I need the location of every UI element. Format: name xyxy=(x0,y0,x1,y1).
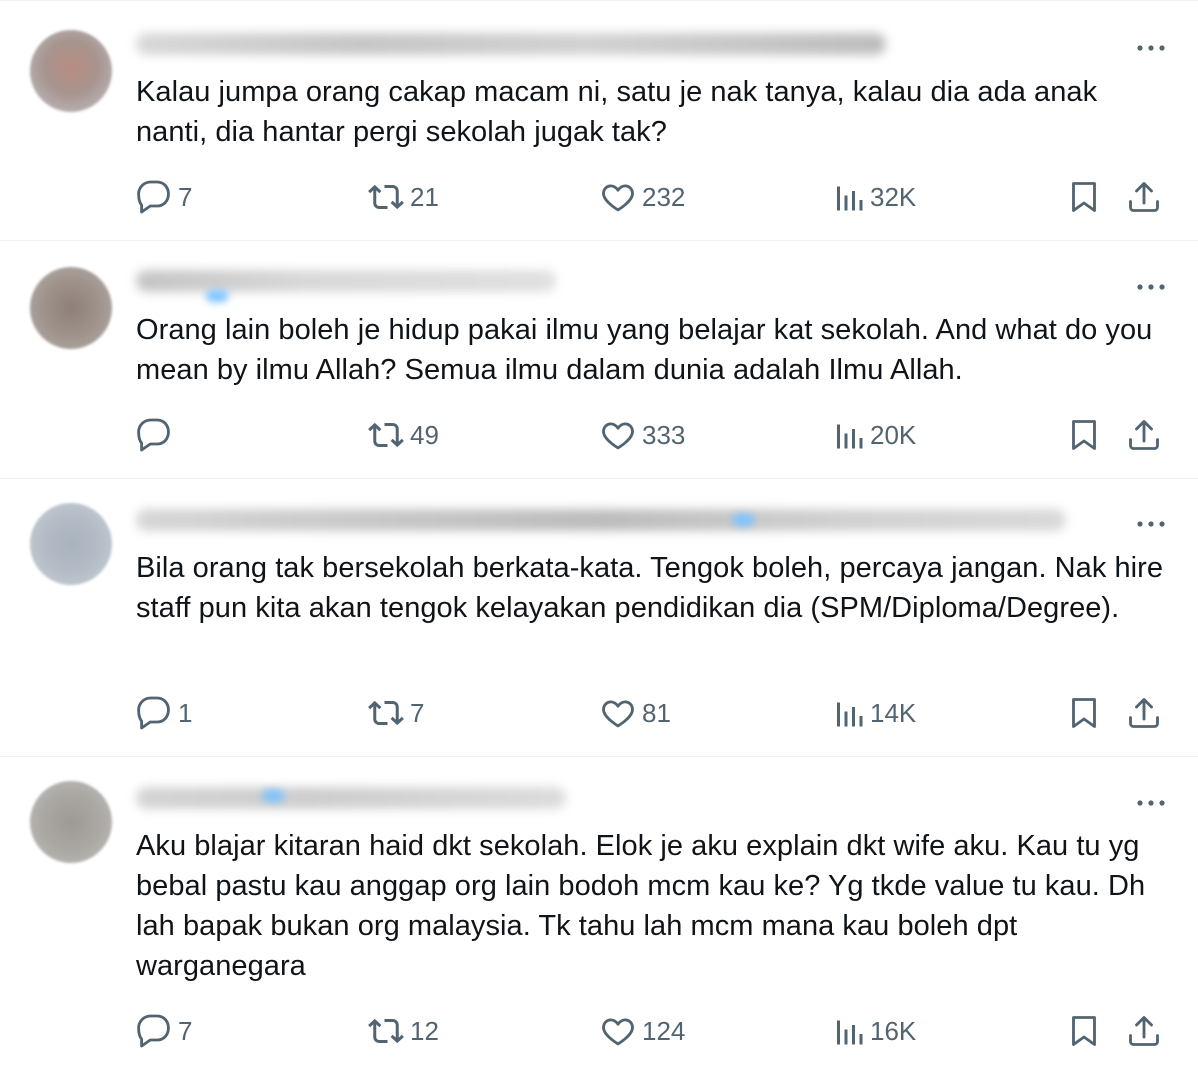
views-count: 20K xyxy=(870,419,917,450)
tweet[interactable]: Orang lain boleh je hidup pakai ilmu yan… xyxy=(0,241,1198,479)
like-count: 124 xyxy=(642,1015,686,1046)
bookmark-button[interactable] xyxy=(1066,1011,1102,1051)
like-button[interactable]: 124 xyxy=(600,1011,685,1051)
heart-icon xyxy=(602,184,634,212)
views-button[interactable]: 14K xyxy=(834,693,916,733)
retweet-button[interactable]: 49 xyxy=(368,415,439,455)
tweet-actions: 7 21 232 32K xyxy=(0,177,1198,217)
like-count: 232 xyxy=(642,181,686,212)
avatar[interactable] xyxy=(30,267,112,349)
views-icon xyxy=(837,424,863,449)
username-redacted[interactable] xyxy=(136,270,556,292)
avatar[interactable] xyxy=(30,781,112,863)
reply-count: 7 xyxy=(178,1015,193,1046)
bookmark-icon xyxy=(1072,182,1096,212)
reply-icon xyxy=(137,1014,170,1048)
tweet-text: Bila orang tak bersekolah berkata-kata. … xyxy=(136,552,1164,624)
like-button[interactable]: 333 xyxy=(600,415,685,455)
tweet-actions: 49 333 20K xyxy=(0,415,1198,455)
share-button[interactable] xyxy=(1126,693,1162,733)
reply-icon xyxy=(137,180,170,214)
more-icon[interactable] xyxy=(1134,277,1168,297)
username-redacted[interactable] xyxy=(136,787,566,809)
verified-badge xyxy=(206,290,228,302)
views-icon xyxy=(837,186,863,211)
reply-icon xyxy=(137,696,170,730)
heart-icon xyxy=(602,700,634,728)
reply-button[interactable]: 1 xyxy=(136,693,192,733)
heart-icon xyxy=(602,422,634,450)
more-icon[interactable] xyxy=(1134,38,1168,58)
like-count: 333 xyxy=(642,419,686,450)
tweet-text: Orang lain boleh je hidup pakai ilmu yan… xyxy=(136,314,1153,386)
more-icon[interactable] xyxy=(1134,793,1168,813)
bookmark-icon xyxy=(1072,698,1096,728)
tweet-text: Kalau jumpa orang cakap macam ni, satu j… xyxy=(136,76,1098,148)
reply-count: 1 xyxy=(178,697,193,728)
views-count: 32K xyxy=(870,181,917,212)
share-icon xyxy=(1129,182,1159,212)
avatar[interactable] xyxy=(30,503,112,585)
views-icon xyxy=(837,1020,863,1045)
more-icon[interactable] xyxy=(1134,514,1168,534)
avatar[interactable] xyxy=(30,30,112,112)
share-icon xyxy=(1129,1016,1159,1046)
bookmark-button[interactable] xyxy=(1066,693,1102,733)
reply-icon xyxy=(137,418,170,452)
username-redacted[interactable] xyxy=(136,509,1066,531)
reply-count: 7 xyxy=(178,181,193,212)
bookmark-icon xyxy=(1072,1016,1096,1046)
retweet-icon xyxy=(368,422,404,448)
retweet-count: 49 xyxy=(410,419,439,450)
tweet[interactable]: Aku blajar kitaran haid dkt sekolah. Elo… xyxy=(0,757,1198,1072)
tweet[interactable]: Kalau jumpa orang cakap macam ni, satu j… xyxy=(0,0,1198,241)
heart-icon xyxy=(602,1018,634,1046)
share-button[interactable] xyxy=(1126,177,1162,217)
like-button[interactable]: 232 xyxy=(600,177,685,217)
retweet-button[interactable]: 12 xyxy=(368,1011,439,1051)
tweet[interactable]: Bila orang tak bersekolah berkata-kata. … xyxy=(0,479,1198,757)
retweet-icon xyxy=(368,184,404,210)
retweet-icon xyxy=(368,700,404,726)
tweet-actions: 7 12 124 16K xyxy=(0,1011,1198,1051)
like-count: 81 xyxy=(642,697,671,728)
reply-button[interactable]: 7 xyxy=(136,177,192,217)
views-button[interactable]: 32K xyxy=(834,177,916,217)
like-button[interactable]: 81 xyxy=(600,693,671,733)
views-count: 14K xyxy=(870,697,917,728)
share-icon xyxy=(1129,698,1159,728)
username-redacted[interactable] xyxy=(136,33,886,55)
reply-feed: Kalau jumpa orang cakap macam ni, satu j… xyxy=(0,0,1198,1072)
retweet-count: 12 xyxy=(410,1015,439,1046)
retweet-icon xyxy=(368,1018,404,1044)
tweet-text: Aku blajar kitaran haid dkt sekolah. Elo… xyxy=(136,830,1146,982)
views-button[interactable]: 20K xyxy=(834,415,916,455)
retweet-button[interactable]: 21 xyxy=(368,177,439,217)
retweet-count: 21 xyxy=(410,181,439,212)
views-count: 16K xyxy=(870,1015,917,1046)
bookmark-icon xyxy=(1072,420,1096,450)
reply-button[interactable]: 7 xyxy=(136,1011,192,1051)
share-button[interactable] xyxy=(1126,1011,1162,1051)
retweet-button[interactable]: 7 xyxy=(368,693,424,733)
bookmark-button[interactable] xyxy=(1066,177,1102,217)
verified-badge xyxy=(732,514,754,526)
views-icon xyxy=(837,702,863,727)
tweet-actions: 1 7 81 14K xyxy=(0,693,1198,733)
share-button[interactable] xyxy=(1126,415,1162,455)
share-icon xyxy=(1129,420,1159,450)
retweet-count: 7 xyxy=(410,697,425,728)
bookmark-button[interactable] xyxy=(1066,415,1102,455)
reply-button[interactable] xyxy=(136,415,178,455)
verified-badge xyxy=(262,790,284,802)
views-button[interactable]: 16K xyxy=(834,1011,916,1051)
